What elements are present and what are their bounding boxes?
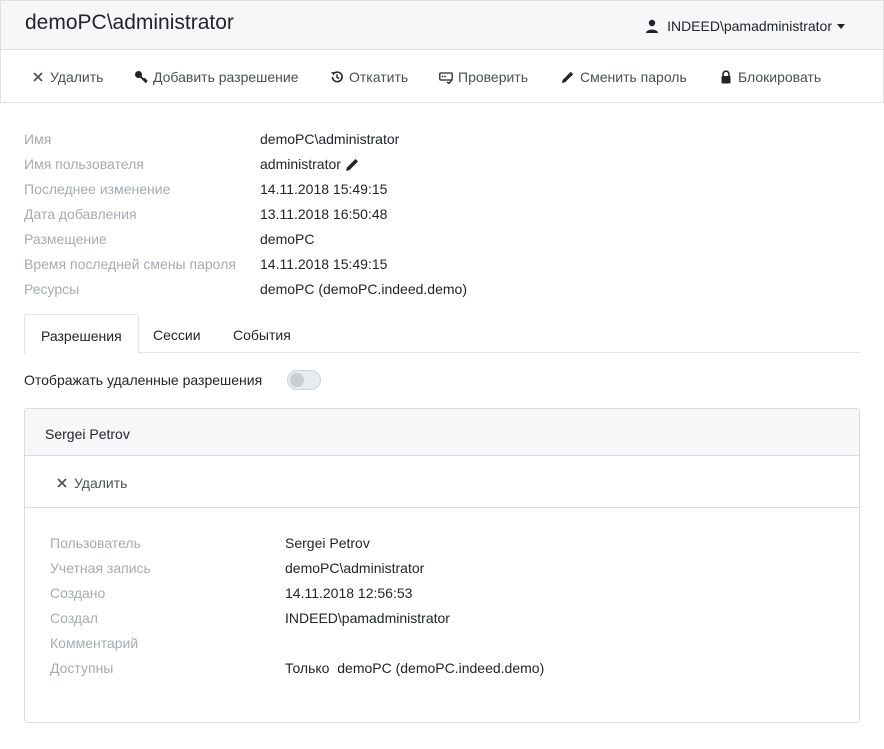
tab-permissions[interactable]: Разрешения [24,314,139,354]
property-row: Комментарий [50,632,750,657]
block-button[interactable]: Блокировать [719,69,821,85]
verify-button[interactable]: Проверить [439,69,528,85]
page-title: demoPC\administrator [25,11,234,34]
property-value: Sergei Petrov [285,535,370,551]
permission-card-title[interactable]: Sergei Petrov [25,409,859,456]
property-label: Комментарий [50,635,139,651]
property-label: Учетная запись [50,560,151,576]
property-value-username: administrator [260,156,360,172]
change-password-button[interactable]: Сменить пароль [561,69,687,85]
property-row: Время последней смены пароля 14.11.2018 … [24,253,624,278]
property-value: 14.11.2018 15:49:15 [260,181,388,197]
tab-bar: Разрешения Сессии События [24,314,860,354]
property-value: demoPC (demoPC.indeed.demo) [260,281,467,297]
change-password-label: Сменить пароль [580,69,687,85]
delete-permission-button[interactable]: Удалить [55,475,127,491]
property-row: Доступны Только demoPC (demoPC.indeed.de… [50,657,750,682]
property-value: demoPC [260,231,315,247]
action-toolbar: Удалить Добавить разрешение Откатить Про… [0,50,884,103]
pencil-icon[interactable] [345,157,360,172]
property-row: Имя пользователя administrator [24,153,624,178]
show-deleted-toggle[interactable] [287,370,322,390]
user-name: INDEED\pamadministrator [667,18,832,34]
close-icon [33,72,43,82]
property-label: Имя пользователя [24,156,144,172]
property-row: Ресурсы demoPC (demoPC.indeed.demo) [24,278,624,303]
property-row: Создано 14.11.2018 12:56:53 [50,582,750,607]
history-icon [331,71,343,83]
close-icon [57,478,67,488]
property-label: Размещение [24,231,107,247]
property-row: Учетная запись demoPC\administrator [50,557,750,582]
delete-button[interactable]: Удалить [31,69,103,85]
property-label: Создано [50,585,106,601]
page-header: demoPC\administrator INDEED\pamadministr… [0,0,884,50]
property-row: Последнее изменение 14.11.2018 15:49:15 [24,178,624,203]
permission-card-toolbar: Удалить [25,456,859,508]
property-label: Пользователь [50,535,141,551]
pencil-icon [562,71,574,83]
property-row: Имя demoPC\administrator [24,128,624,153]
property-value: Только demoPC (demoPC.indeed.demo) [285,660,545,676]
property-value: demoPC\administrator [285,560,425,576]
rollback-label: Откатить [349,69,409,85]
toggle-knob [290,373,305,387]
delete-label: Удалить [50,69,104,85]
property-label: Доступны [50,660,114,676]
property-row: Создал INDEED\pamadministrator [50,607,750,632]
block-label: Блокировать [738,69,822,85]
property-label: Имя [24,131,52,147]
property-label: Ресурсы [24,281,80,297]
show-deleted-toggle-row: Отображать удаленные разрешения [24,370,322,390]
property-value: demoPC\administrator [260,131,400,147]
property-row: Дата добавления 13.11.2018 16:50:48 [24,203,624,228]
property-value: 13.11.2018 16:50:48 [260,206,388,222]
password-check-icon [439,72,453,84]
property-row: Размещение demoPC [24,228,624,253]
property-value: INDEED\pamadministrator [285,610,450,626]
permission-card: Sergei Petrov Удалить Пользователь Serge… [24,408,860,723]
property-value: 14.11.2018 15:49:15 [260,256,388,272]
toggle-label: Отображать удаленные разрешения [24,372,263,388]
property-label: Время последней смены пароля [24,256,236,272]
user-icon [646,19,659,33]
property-value: 14.11.2018 12:56:53 [285,585,413,601]
tab-sessions[interactable]: Сессии [137,314,217,354]
user-menu[interactable]: INDEED\pamadministrator [645,18,845,34]
permission-properties: Пользователь Sergei Petrov Учетная запис… [50,532,750,682]
verify-label: Проверить [458,69,529,85]
key-icon [135,71,148,84]
username-value: administrator [260,156,341,172]
property-label: Создал [50,610,98,626]
chevron-down-icon [837,23,845,29]
property-label: Дата добавления [24,206,137,222]
rollback-button[interactable]: Откатить [330,69,408,85]
lock-icon [721,70,731,84]
add-permission-button[interactable]: Добавить разрешение [134,69,299,85]
delete-label: Удалить [74,475,128,491]
property-row: Пользователь Sergei Petrov [50,532,750,557]
add-permission-label: Добавить разрешение [153,69,299,85]
account-properties: Имя demoPC\administrator Имя пользовател… [24,128,624,303]
property-label: Последнее изменение [24,181,171,197]
tab-events[interactable]: События [217,314,307,354]
